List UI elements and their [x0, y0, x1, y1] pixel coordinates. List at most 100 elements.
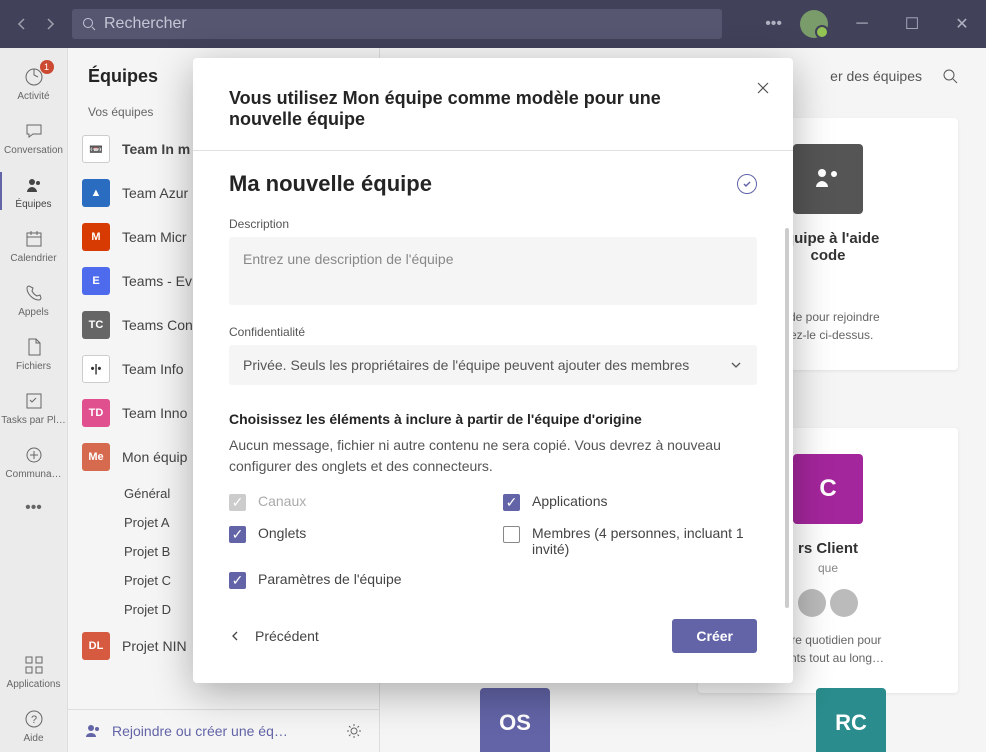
- team-label: Teams - Ev: [122, 273, 192, 289]
- search-input[interactable]: Rechercher: [72, 9, 722, 39]
- close-button[interactable]: [755, 80, 771, 101]
- minimize-button[interactable]: ─: [846, 8, 878, 40]
- team-avatar: TD: [82, 399, 110, 427]
- checkbox-label: Membres (4 personnes, incluant 1 invité): [532, 525, 757, 557]
- checkbox-membres[interactable]: Membres (4 personnes, incluant 1 invité): [503, 525, 757, 557]
- calls-icon: [22, 281, 46, 305]
- footer-label: Rejoindre ou créer une éq…: [112, 723, 335, 739]
- chat-icon: [22, 119, 46, 143]
- scrollbar[interactable]: [785, 228, 789, 608]
- nav-forward-button[interactable]: [36, 10, 64, 38]
- team-label: Mon équip: [122, 449, 187, 465]
- card-avatar[interactable]: RC: [816, 688, 886, 752]
- team-avatar: TC: [82, 311, 110, 339]
- team-label: Team Info: [122, 361, 183, 377]
- files-icon: [22, 335, 46, 359]
- checkbox-applications[interactable]: ✓ Applications: [503, 493, 757, 511]
- back-button[interactable]: Précédent: [229, 628, 319, 644]
- team-avatar: DL: [82, 632, 110, 660]
- include-section-text: Aucun message, fichier ni autre contenu …: [229, 435, 757, 477]
- back-label: Précédent: [255, 628, 319, 644]
- search-icon: [82, 17, 96, 31]
- team-icon: [793, 144, 863, 214]
- create-button[interactable]: Créer: [672, 619, 757, 653]
- rail-activity[interactable]: 1 Activité: [0, 56, 68, 110]
- rail-calendar[interactable]: Calendrier: [0, 218, 68, 272]
- rail-help[interactable]: ? Aide: [0, 698, 68, 752]
- rail-label: Aide: [23, 733, 43, 744]
- badge: 1: [40, 60, 54, 74]
- team-avatar: M: [82, 223, 110, 251]
- privacy-select[interactable]: Privée. Seuls les propriétaires de l'équ…: [229, 345, 757, 385]
- rail-applications[interactable]: Applications: [0, 644, 68, 698]
- rail-label: Appels: [18, 307, 49, 318]
- more-icon[interactable]: •••: [765, 15, 782, 33]
- communa-icon: [22, 443, 46, 467]
- checkbox-label: Paramètres de l'équipe: [258, 571, 402, 587]
- rail-label: Activité: [17, 91, 49, 102]
- people-icon: [84, 722, 102, 740]
- card-avatar: C: [793, 454, 863, 524]
- nav-back-button[interactable]: [8, 10, 36, 38]
- join-create-button[interactable]: Rejoindre ou créer une éq…: [68, 709, 379, 752]
- rail-teams[interactable]: Équipes: [0, 164, 68, 218]
- rail-label: Applications: [7, 679, 61, 690]
- rail-tasks[interactable]: Tasks par Pl…: [0, 380, 68, 434]
- app-rail: 1 Activité Conversation Équipes Calendrier Ap…: [0, 48, 68, 752]
- checkbox-parametres[interactable]: ✓ Paramètres de l'équipe: [229, 571, 483, 589]
- card-avatar[interactable]: OS: [480, 688, 550, 752]
- checkbox-icon: ✓: [229, 494, 246, 511]
- rail-label: Tasks par Pl…: [1, 415, 65, 426]
- checkbox-onglets[interactable]: ✓ Onglets: [229, 525, 483, 557]
- rail-more-button[interactable]: •••: [0, 488, 68, 528]
- create-team-modal: Vous utilisez Mon équipe comme modèle po…: [193, 58, 793, 683]
- checkbox-icon: ✓: [229, 526, 246, 543]
- valid-icon: [737, 174, 757, 194]
- search-icon[interactable]: [942, 68, 958, 84]
- team-name-input[interactable]: Ma nouvelle équipe: [229, 171, 432, 197]
- team-avatar: Me: [82, 443, 110, 471]
- titlebar-controls: ••• ─ ☐ ✕: [765, 8, 978, 40]
- checkbox-icon: ✓: [229, 572, 246, 589]
- rail-label: Équipes: [15, 199, 51, 210]
- rail-files[interactable]: Fichiers: [0, 326, 68, 380]
- apps-icon: [22, 653, 46, 677]
- checkbox-label: Applications: [532, 493, 608, 509]
- team-label: Team Micr: [122, 229, 187, 245]
- rail-chat[interactable]: Conversation: [0, 110, 68, 164]
- team-label: Team Inno: [122, 405, 187, 421]
- rail-communa[interactable]: Communa…: [0, 434, 68, 488]
- description-label: Description: [229, 217, 757, 231]
- maximize-button[interactable]: ☐: [896, 8, 928, 40]
- checkbox-icon: ✓: [503, 494, 520, 511]
- close-button[interactable]: ✕: [946, 8, 978, 40]
- user-avatar[interactable]: [800, 10, 828, 38]
- team-label: Team In m: [122, 141, 190, 157]
- team-label: Projet NIN: [122, 638, 187, 654]
- team-label: Team Azur: [122, 185, 188, 201]
- team-label: Teams Con: [122, 317, 193, 333]
- search-placeholder: Rechercher: [104, 15, 187, 33]
- checkbox-label: Canaux: [258, 493, 306, 509]
- tasks-icon: [22, 389, 46, 413]
- titlebar: Rechercher ••• ─ ☐ ✕: [0, 0, 986, 48]
- team-avatar: ▲: [82, 179, 110, 207]
- rail-label: Communa…: [5, 469, 61, 480]
- teams-icon: [22, 173, 46, 197]
- rail-calls[interactable]: Appels: [0, 272, 68, 326]
- rail-label: Fichiers: [16, 361, 51, 372]
- svg-text:?: ?: [30, 714, 36, 726]
- calendar-icon: [22, 227, 46, 251]
- checkbox-label: Onglets: [258, 525, 306, 541]
- team-avatar: E: [82, 267, 110, 295]
- help-icon: ?: [22, 707, 46, 731]
- include-section-header: Choisissez les éléments à inclure à part…: [229, 411, 757, 427]
- chevron-down-icon: [729, 358, 743, 372]
- description-input[interactable]: Entrez une description de l'équipe: [229, 237, 757, 305]
- checkbox-icon: [503, 526, 520, 543]
- team-avatar: 📼: [82, 135, 110, 163]
- rail-label: Conversation: [4, 145, 63, 156]
- privacy-value: Privée. Seuls les propriétaires de l'équ…: [243, 357, 689, 373]
- manage-teams-link[interactable]: er des équipes: [830, 68, 922, 84]
- gear-icon[interactable]: [345, 722, 363, 740]
